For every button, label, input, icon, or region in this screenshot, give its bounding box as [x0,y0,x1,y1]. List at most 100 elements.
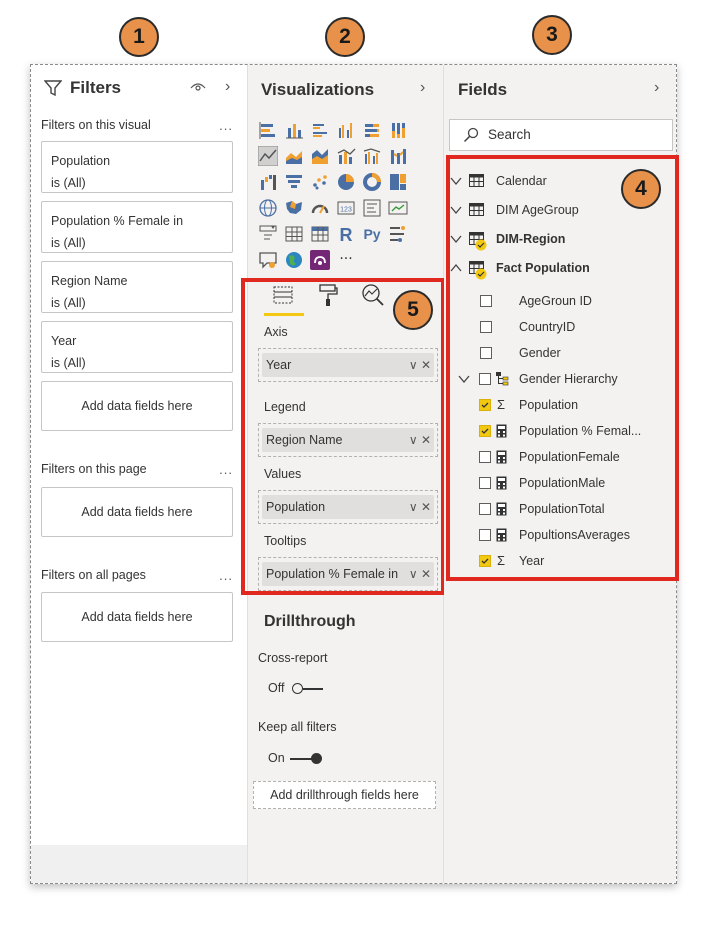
analytics-magnifier-icon[interactable] [361,283,385,307]
page-add-fields-drop[interactable]: Add data fields here [41,487,233,537]
chevron-down-icon[interactable] [450,177,462,186]
field-checkbox[interactable] [479,451,491,463]
chevron-down-icon[interactable] [450,235,462,244]
field-checkbox[interactable] [479,425,491,437]
legend-field-pill[interactable]: Region Name ∨ ✕ [262,428,434,452]
arcgis-icon[interactable] [284,250,304,270]
field-checkbox[interactable] [480,295,492,307]
format-paint-roller-icon[interactable] [318,283,338,307]
eye-icon[interactable] [190,81,206,93]
fields-collapse-button[interactable]: › [654,79,659,97]
field-checkbox[interactable] [480,347,492,359]
tooltips-field-pill[interactable]: Population % Female in ∨ ✕ [262,562,434,586]
field-column-row[interactable]: Σ Population [444,395,654,415]
cross-report-toggle[interactable]: Off [268,681,348,697]
more-options-icon[interactable]: ... [219,118,233,133]
chevron-down-icon[interactable] [458,375,470,384]
all-pages-add-fields-drop[interactable]: Add data fields here [41,592,233,642]
ribbon-chart-icon[interactable] [388,146,408,166]
pill-controls[interactable]: ∨ ✕ [406,495,431,519]
tooltips-well[interactable]: Population % Female in ∨ ✕ [258,557,438,591]
kpi-icon[interactable] [388,198,408,218]
stacked-bar-icon[interactable] [258,120,278,140]
field-table-row[interactable]: DIM-Region [444,229,644,251]
pill-controls[interactable]: ∨ ✕ [406,562,431,586]
scatter-icon[interactable] [310,172,330,192]
card-icon[interactable]: 123 [336,198,356,218]
field-table-row[interactable]: Calendar [444,171,644,191]
field-column-row[interactable]: PopultionsAverages [444,525,654,545]
stacked-area-icon[interactable] [310,146,330,166]
toggle-knob [292,683,303,694]
more-options-icon[interactable]: ... [219,568,233,583]
field-checkbox[interactable] [480,321,492,333]
keep-all-filters-toggle[interactable]: On [268,751,348,767]
visual-add-fields-drop[interactable]: Add data fields here [41,381,233,431]
field-column-row[interactable]: Gender [444,343,654,363]
key-influencers-icon[interactable] [388,224,408,244]
funnel-icon[interactable] [284,172,304,192]
r-visual-icon[interactable]: R [336,224,356,244]
field-checkbox[interactable] [479,555,491,567]
axis-well[interactable]: Year ∨ ✕ [258,348,438,382]
slicer-icon[interactable] [258,224,278,244]
field-checkbox[interactable] [479,399,491,411]
clustered-bar-icon[interactable] [310,120,330,140]
matrix-icon[interactable] [310,224,330,244]
field-column-row[interactable]: Σ Year [444,551,654,571]
gauge-icon[interactable] [310,198,330,218]
100-column-icon[interactable] [388,120,408,140]
line-clustered-icon[interactable] [362,146,382,166]
field-table-row[interactable]: Fact Population [444,258,644,280]
field-table-row[interactable]: DIM AgeGroup [444,200,644,220]
axis-field-pill[interactable]: Year ∨ ✕ [262,353,434,377]
field-checkbox[interactable] [479,503,491,515]
filter-card-year[interactable]: Year is (All) [41,321,233,373]
field-column-row[interactable]: CountryID [444,317,654,337]
line-column-icon[interactable] [336,146,356,166]
filter-card-region-name[interactable]: Region Name is (All) [41,261,233,313]
values-field-pill[interactable]: Population ∨ ✕ [262,495,434,519]
donut-icon[interactable] [362,172,382,192]
drillthrough-add-fields-drop[interactable]: Add drillthrough fields here [253,781,436,809]
field-column-row[interactable]: PopulationTotal [444,499,654,519]
qna-icon[interactable] [258,250,278,270]
map-icon[interactable] [258,198,278,218]
field-column-row[interactable]: Population % Femal... [444,421,654,441]
power-apps-icon[interactable] [310,250,330,270]
pill-controls[interactable]: ∨ ✕ [406,428,431,452]
multirow-card-icon[interactable] [362,198,382,218]
100-bar-icon[interactable] [362,120,382,140]
active-tab-indicator [264,313,304,316]
stacked-column-icon[interactable] [284,120,304,140]
values-well[interactable]: Population ∨ ✕ [258,490,438,524]
filter-card-population[interactable]: Population is (All) [41,141,233,193]
line-chart-icon[interactable] [258,146,278,166]
field-column-row[interactable]: AgeGroun ID [444,291,654,311]
pill-controls[interactable]: ∨ ✕ [406,353,431,377]
more-icon[interactable]: ··· [336,250,356,270]
legend-well[interactable]: Region Name ∨ ✕ [258,423,438,457]
fields-tab-icon[interactable] [272,284,294,306]
table-icon[interactable] [284,224,304,244]
waterfall-icon[interactable] [258,172,278,192]
treemap-icon[interactable] [388,172,408,192]
fields-search-input[interactable]: Search [449,119,673,151]
pie-icon[interactable] [336,172,356,192]
filters-collapse-button[interactable]: › [225,78,230,96]
chevron-down-icon[interactable] [450,206,462,215]
field-checkbox[interactable] [479,477,491,489]
field-column-row[interactable]: Gender Hierarchy [444,369,654,389]
chevron-up-icon[interactable] [450,263,462,272]
area-chart-icon[interactable] [284,146,304,166]
field-column-row[interactable]: PopulationMale [444,473,654,493]
filled-map-icon[interactable] [284,198,304,218]
visualizations-collapse-button[interactable]: › [420,79,425,97]
field-checkbox[interactable] [479,529,491,541]
field-column-row[interactable]: PopulationFemale [444,447,654,467]
field-checkbox[interactable] [479,373,491,385]
filter-card-population-female[interactable]: Population % Female in is (All) [41,201,233,253]
clustered-column-icon[interactable] [336,120,356,140]
python-visual-icon[interactable]: Py [362,224,382,244]
more-options-icon[interactable]: ... [219,462,233,477]
